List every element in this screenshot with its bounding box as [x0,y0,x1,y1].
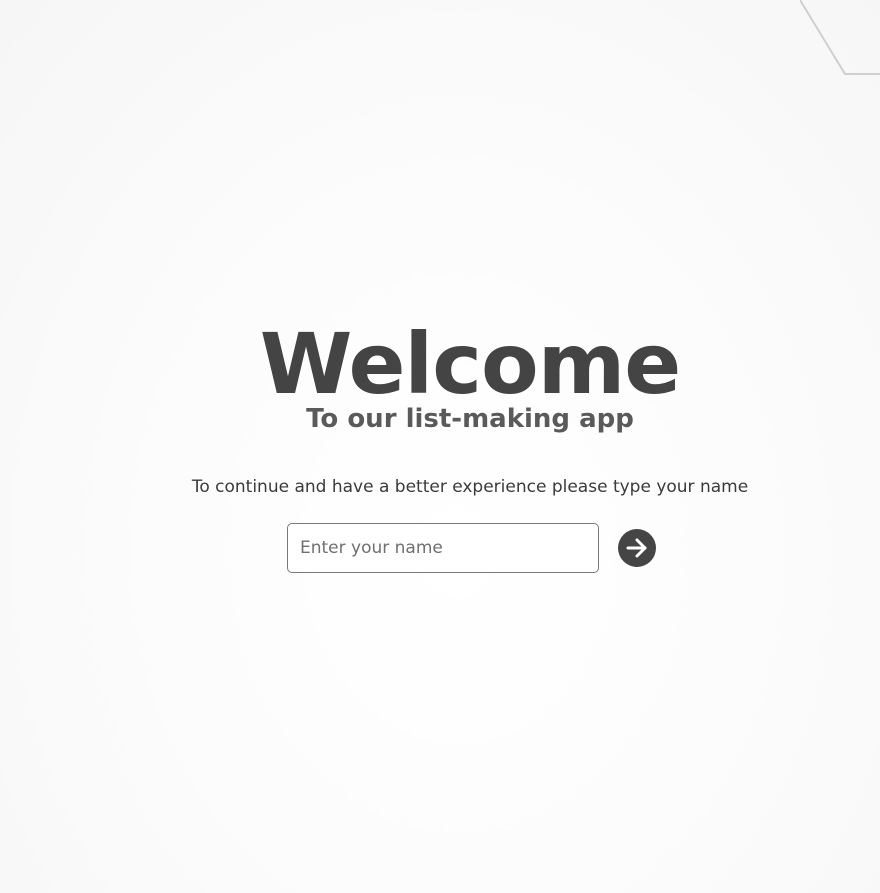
name-form [287,523,667,573]
welcome-title: Welcome [259,315,681,413]
name-input[interactable] [287,523,599,573]
arrow-right-icon [626,538,647,558]
welcome-header: Welcome To our list-making app [0,318,880,434]
submit-button[interactable] [618,529,656,567]
corner-decoration [800,0,880,75]
instruction-text: To continue and have a better experience… [191,477,749,497]
welcome-subtitle: To our list-making app [306,404,634,434]
